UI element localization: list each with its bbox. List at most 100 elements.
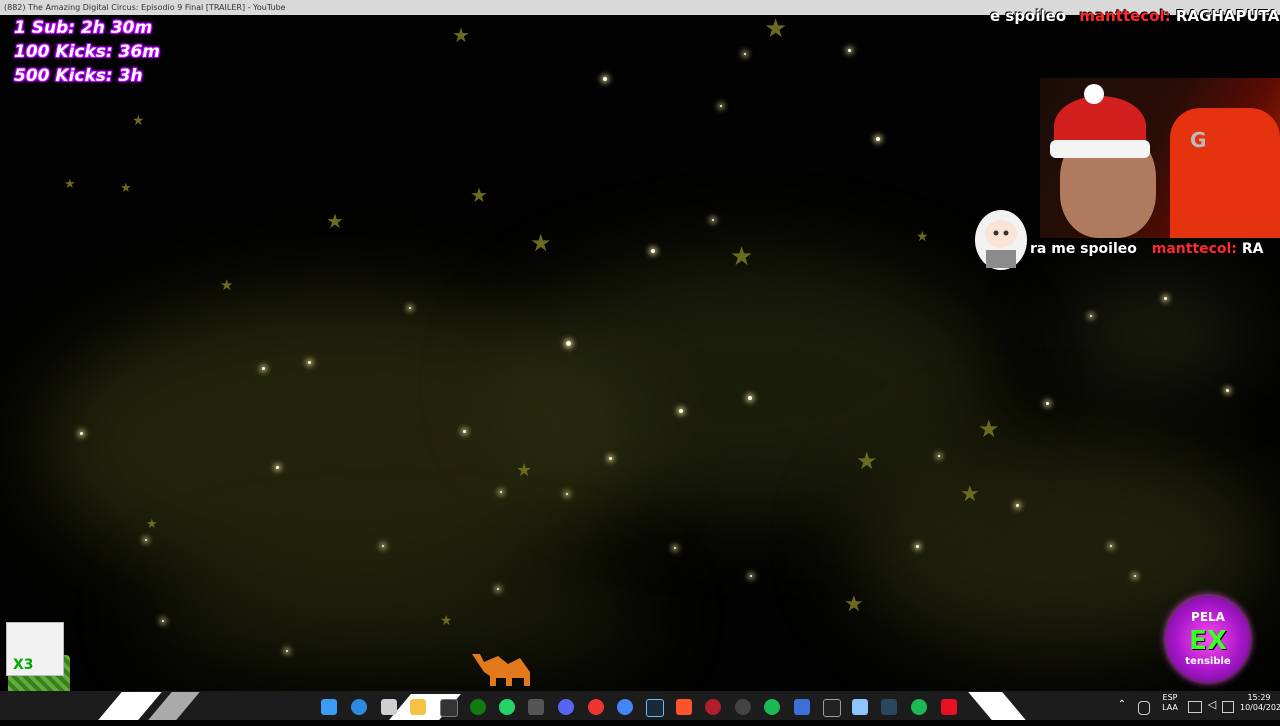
ticker-message: RA: [1241, 241, 1264, 257]
star: ★: [960, 482, 980, 507]
battery-icon[interactable]: [1222, 701, 1234, 713]
star: [382, 545, 384, 547]
pela-extensible-badge: PELA EX tensible: [1166, 596, 1250, 682]
star: [308, 361, 311, 364]
badge-line2: EX: [1189, 626, 1227, 656]
star: [848, 49, 851, 52]
terminal-icon-2[interactable]: [823, 699, 841, 717]
star: [409, 307, 411, 309]
star: ★: [64, 177, 76, 192]
webcam-feed: G: [1040, 78, 1280, 238]
notepad-icon[interactable]: [852, 699, 868, 715]
subgoal-overlay: 1 Sub: 2h 30m 100 Kicks: 36m 500 Kicks: …: [14, 16, 160, 88]
camel-icon: [472, 654, 530, 686]
star: [1016, 504, 1019, 507]
volume-icon[interactable]: ◁: [1206, 699, 1218, 726]
chevron-up-icon[interactable]: ⌃: [1116, 700, 1128, 726]
star: [744, 53, 746, 55]
star: [938, 455, 940, 457]
cat-label: X3: [13, 657, 34, 673]
ticker-message: RAGHAPUTA: [1175, 7, 1280, 25]
star: [80, 432, 83, 435]
chat-ticker-top: e spoileo manttecol: RAGHAPUTA: [990, 4, 1280, 28]
star: ★: [440, 613, 453, 629]
star: [750, 575, 752, 577]
ticker-text: e spoileo: [990, 7, 1067, 25]
santa-hat-pom: [1084, 84, 1104, 104]
ticker-user: manttecol:: [1151, 241, 1237, 257]
language-code: ESP: [1162, 693, 1178, 702]
record-icon[interactable]: [941, 699, 957, 715]
steam-icon[interactable]: [646, 699, 664, 717]
star: ★: [220, 276, 234, 294]
obs-icon[interactable]: [588, 699, 604, 715]
goal-subs: 1 Sub: 2h 30m: [14, 18, 153, 38]
star: [748, 396, 752, 400]
star: [876, 137, 880, 141]
file-explorer-icon[interactable]: [410, 699, 426, 715]
language-indicator[interactable]: ESP LAA: [1160, 693, 1180, 719]
clock-date: 10/04/2026: [1240, 703, 1280, 712]
star: [651, 249, 655, 253]
star: [1164, 297, 1167, 300]
star: [720, 105, 722, 107]
search-icon[interactable]: [351, 699, 367, 715]
spotify-icon-2[interactable]: [911, 699, 927, 715]
star: [1090, 315, 1092, 317]
star: ★: [856, 447, 878, 475]
star: [566, 493, 568, 495]
star: ★: [120, 181, 132, 196]
whatsapp-icon[interactable]: [499, 699, 515, 715]
nebula-cloud: [150, 555, 650, 675]
discord-icon[interactable]: [558, 699, 574, 715]
app-icon[interactable]: [794, 699, 810, 715]
spotify-icon[interactable]: [764, 699, 780, 715]
ticker-text: ra me spoileo: [1030, 241, 1137, 257]
badge-line1: PELA: [1191, 610, 1225, 624]
star: [1134, 575, 1136, 577]
chrome-icon[interactable]: [617, 699, 633, 715]
brave-icon[interactable]: [676, 699, 692, 715]
star: [276, 466, 279, 469]
epic-icon[interactable]: [735, 699, 751, 715]
chat-ticker-cam: ra me spoileo manttecol: RA: [1030, 236, 1280, 262]
star: ★: [844, 592, 864, 617]
task-view-icon[interactable]: [381, 699, 397, 715]
star: ★: [764, 15, 788, 44]
cursor-icon[interactable]: [528, 699, 544, 715]
window-title: (882) The Amazing Digital Circus: Episod…: [4, 3, 286, 12]
star: ★: [516, 460, 533, 481]
windows-start-icon[interactable]: [321, 699, 337, 715]
meme-cat-icon: X3: [6, 622, 64, 676]
star: [712, 219, 714, 221]
star: [916, 545, 919, 548]
terminal-icon[interactable]: [440, 699, 458, 717]
star: [1046, 402, 1049, 405]
star: [262, 367, 265, 370]
star: [1226, 389, 1229, 392]
goal-kicks-100: 100 Kicks: 36m: [14, 42, 160, 62]
star: [497, 588, 499, 590]
star: [603, 77, 607, 81]
clock[interactable]: 15:29 10/04/2026: [1240, 693, 1280, 719]
star: [286, 650, 288, 652]
star: ★: [730, 242, 754, 272]
game-icon[interactable]: [705, 699, 721, 715]
star: ★: [916, 229, 929, 245]
star: ★: [470, 183, 488, 207]
star: [1110, 545, 1112, 547]
network-icon[interactable]: [1188, 701, 1202, 713]
microphone-icon[interactable]: [1138, 701, 1150, 715]
star: ★: [132, 113, 145, 129]
steam-icon-2[interactable]: [881, 699, 897, 715]
gaming-chair: [1170, 108, 1280, 238]
badge-line3: tensible: [1185, 656, 1231, 667]
star: [500, 491, 502, 493]
star: ★: [326, 209, 344, 233]
region-code: LAA: [1162, 703, 1178, 712]
goal-kicks-500: 500 Kicks: 3h: [14, 66, 143, 86]
ticker-user: manttecol:: [1079, 7, 1171, 25]
xbox-icon[interactable]: [470, 699, 486, 715]
star: [145, 539, 147, 541]
star: [674, 547, 676, 549]
